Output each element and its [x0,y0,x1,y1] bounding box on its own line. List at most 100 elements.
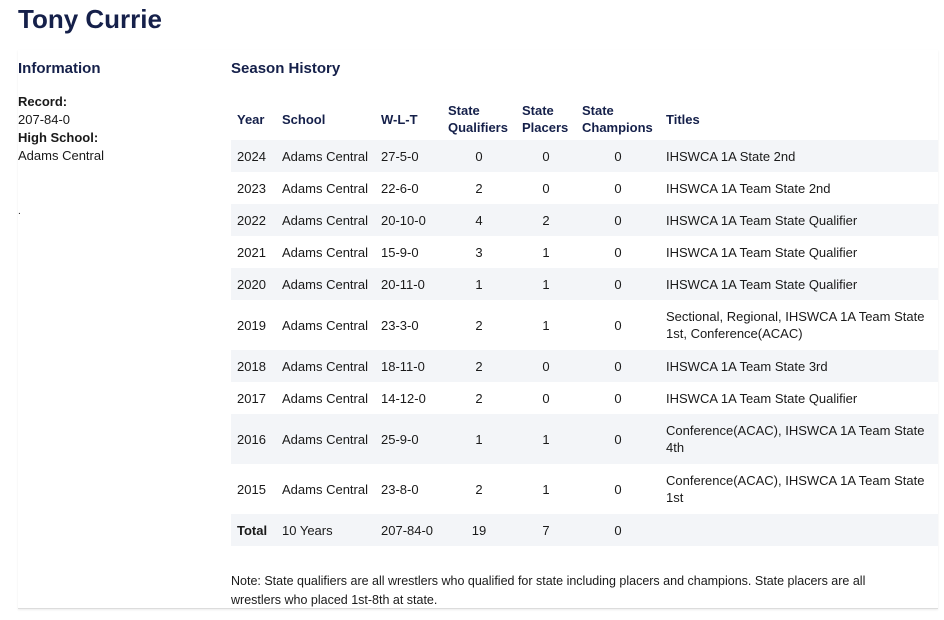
total-state-qualifiers: 19 [442,514,516,546]
header-school: School [282,111,326,127]
row-state-qualifiers: 3 [475,244,483,260]
total-titles [660,514,938,546]
table-row: 2017 Adams Central 14-12-0 2 0 0 IHSWCA 1A Tea… [231,382,938,414]
row-state-champions: 0 [614,481,622,497]
season-history-panel: Season History Year School W-L-T State Q… [231,60,938,607]
row-state-champions: 0 [614,317,622,333]
high-school-label: High School: [18,130,99,145]
row-state-placers: 0 [516,140,576,172]
row-state-champions: 0 [614,180,622,196]
row-state-qualifiers: 1 [442,414,516,464]
row-state-champions: 0 [614,390,622,406]
table-row: 2015 Adams Central 23-8-0 2 1 0 Conference(ACA… [231,464,938,514]
record-value: 207-84-0 [18,112,71,127]
header-titles: Titles [666,111,700,127]
season-history-heading: Season History [231,60,341,77]
row-state-qualifiers: 2 [475,180,483,196]
total-years: 10 Years [276,514,375,546]
row-titles: Sectional, Regional, IHSWCA 1A Team Stat… [666,309,925,341]
row-school: Adams Central [276,140,375,172]
row-year: 2020 [231,268,276,300]
row-wlt: 18-11-0 [375,350,442,382]
row-titles: IHSWCA 1A Team State Qualifier [660,204,938,236]
row-wlt: 20-11-0 [375,268,442,300]
row-year: 2019 [237,317,266,333]
row-year: 2022 [231,204,276,236]
row-titles: IHSWCA 1A Team State 3rd [660,350,938,382]
row-state-qualifiers: 2 [442,350,516,382]
row-school: Adams Central [276,414,375,464]
row-state-qualifiers: 4 [442,204,516,236]
information-panel: Information Record: 207-84-0 High School… [18,60,218,217]
row-wlt: 23-8-0 [381,481,419,497]
row-titles: IHSWCA 1A Team State Qualifier [666,244,858,260]
row-state-placers: 2 [516,204,576,236]
row-wlt: 20-10-0 [375,204,442,236]
row-wlt: 14-12-0 [381,390,426,406]
stray-period: . [18,206,21,217]
row-state-champions: 0 [576,350,660,382]
table-row: 2024 Adams Central 27-5-0 0 0 0 IHSWCA 1A Stat… [231,140,938,172]
row-titles: IHSWCA 1A Team State 2nd [666,180,831,196]
footnote: Note: State qualifiers are all wrestlers… [231,574,866,607]
row-state-placers: 1 [542,244,550,260]
total-state-placers: 7 [516,514,576,546]
row-state-placers: 1 [516,414,576,464]
row-year: 2016 [231,414,276,464]
row-wlt: 27-5-0 [375,140,442,172]
information-heading: Information [18,60,101,77]
row-state-qualifiers: 2 [475,481,483,497]
row-state-qualifiers: 2 [475,390,483,406]
total-state-champions: 0 [576,514,660,546]
table-row: 2021 Adams Central 15-9-0 3 1 0 IHSWCA 1A Team… [231,236,938,268]
row-school: Adams Central [282,481,368,497]
season-history-table: Year School W-L-T State Qualifiers State… [231,98,938,546]
row-school: Adams Central [282,180,368,196]
row-state-champions: 0 [576,268,660,300]
row-school: Adams Central [282,317,368,333]
table-row: 2020 Adams Central 20-11-0 1 1 0 IHSWCA 1A Tea… [231,268,938,300]
row-titles: IHSWCA 1A Team State Qualifier [666,390,858,406]
table-header-row: Year School W-L-T State Qualifiers State… [231,98,938,140]
record-label: Record: [18,94,68,109]
row-titles: Conference(ACAC), IHSWCA 1A Team State 4… [660,414,938,464]
row-state-champions: 0 [576,140,660,172]
row-state-placers: 1 [542,481,550,497]
table-row: 2018 Adams Central 18-11-0 2 0 0 IHSWCA 1A Tea… [231,350,938,382]
row-state-champions: 0 [576,204,660,236]
row-state-placers: 1 [542,317,550,333]
row-school: Adams Central [276,204,375,236]
row-state-placers: 0 [542,180,550,196]
row-school: Adams Central [282,244,368,260]
row-year: 2021 [237,244,266,260]
header-wlt: W-L-T [381,111,418,127]
high-school-value: Adams Central [18,148,104,163]
row-year: 2018 [231,350,276,382]
row-year: 2017 [237,390,266,406]
row-state-qualifiers: 0 [442,140,516,172]
header-state-qualifiers: State Qualifiers [448,103,508,135]
row-school: Adams Central [282,390,368,406]
row-year: 2015 [237,481,266,497]
header-year: Year [237,111,265,127]
total-wlt: 207-84-0 [375,514,442,546]
table-total-row: Total 10 Years 207-84-0 19 7 0 [231,514,938,546]
row-titles: Conference(ACAC), IHSWCA 1A Team State 1… [666,473,925,505]
row-state-qualifiers: 2 [475,317,483,333]
row-wlt: 25-9-0 [375,414,442,464]
row-state-placers: 1 [516,268,576,300]
header-state-champions: State Champions [582,103,653,135]
table-row: 2019 Adams Central 23-3-0 2 1 0 Sectional, Reg… [231,300,938,350]
row-wlt: 15-9-0 [381,244,419,260]
row-state-placers: 0 [542,390,550,406]
row-wlt: 23-3-0 [381,317,419,333]
header-state-placers: State Placers [522,103,569,135]
row-school: Adams Central [276,350,375,382]
page-title: Tony Currie [18,4,162,34]
row-state-placers: 0 [516,350,576,382]
table-row: 2022 Adams Central 20-10-0 4 2 0 IHSWCA 1A Tea… [231,204,938,236]
row-year: 2024 [231,140,276,172]
row-titles: IHSWCA 1A State 2nd [660,140,938,172]
row-state-champions: 0 [614,244,622,260]
row-year: 2023 [237,180,266,196]
